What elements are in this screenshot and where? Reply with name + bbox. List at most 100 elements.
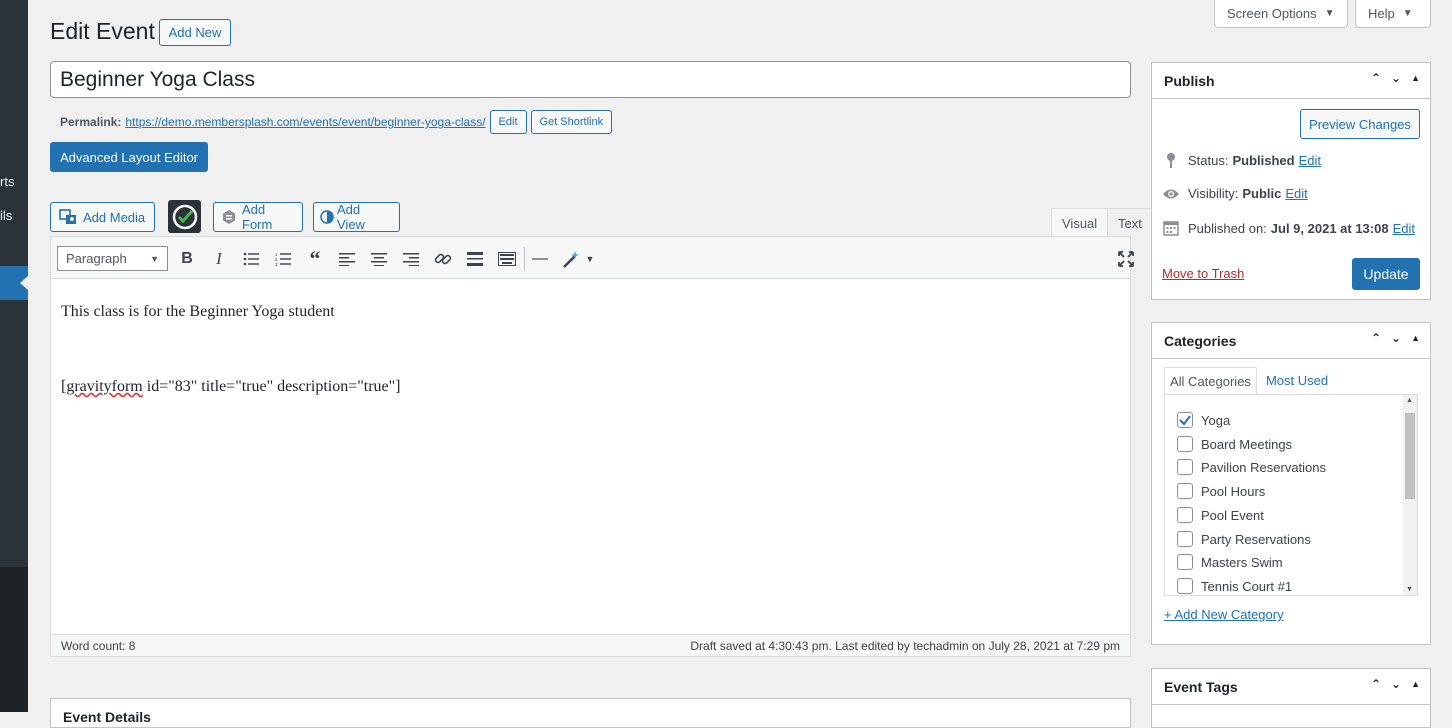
link-icon[interactable]	[431, 247, 455, 271]
admin-menu: rts ils	[0, 0, 28, 712]
get-shortlink-button[interactable]: Get Shortlink	[530, 110, 613, 134]
align-left-icon[interactable]	[335, 247, 359, 271]
toggle-panel-icon[interactable]: ▲	[1411, 73, 1420, 85]
published-on-label: Published on:	[1188, 220, 1267, 236]
visibility-edit-link[interactable]: Edit	[1285, 186, 1307, 201]
align-right-icon[interactable]	[399, 247, 423, 271]
format-select[interactable]: Paragraph ▼	[57, 246, 168, 271]
update-button[interactable]: Update	[1352, 258, 1420, 290]
bold-icon[interactable]: B	[175, 247, 199, 271]
publish-box-header: Publish ⌃ ⌄ ▲	[1152, 63, 1430, 99]
category-scrollbar[interactable]: ▲ ▼	[1403, 395, 1417, 595]
toggle-panel-icon[interactable]: ▲	[1411, 679, 1420, 691]
move-up-icon[interactable]: ⌃	[1371, 331, 1381, 345]
category-checkbox[interactable]	[1177, 436, 1193, 452]
add-media-button[interactable]: Add Media	[50, 202, 155, 232]
category-item[interactable]: Tennis Court #1	[1177, 578, 1292, 594]
tab-most-used[interactable]: Most Used	[1261, 367, 1333, 396]
move-down-icon[interactable]: ⌄	[1391, 677, 1401, 691]
category-checkbox[interactable]	[1177, 459, 1193, 475]
bulleted-list-icon[interactable]	[239, 247, 263, 271]
permalink-link[interactable]: https://demo.membersplash.com/events/eve…	[125, 115, 485, 129]
tab-visual[interactable]: Visual	[1051, 208, 1109, 237]
toggle-panel-icon[interactable]: ▲	[1411, 333, 1420, 345]
scroll-up-icon[interactable]: ▲	[1406, 397, 1413, 404]
move-up-icon[interactable]: ⌃	[1371, 677, 1381, 691]
status-edit-link[interactable]: Edit	[1299, 153, 1321, 168]
scrollbar-thumb[interactable]	[1405, 413, 1415, 499]
category-checkbox[interactable]	[1177, 483, 1193, 499]
keyboard-icon[interactable]	[495, 247, 519, 271]
add-view-button[interactable]: Add View	[313, 202, 400, 232]
category-checkbox[interactable]	[1177, 531, 1193, 547]
form-icon	[222, 210, 236, 224]
screen-options-tab[interactable]: Screen Options ▼	[1214, 0, 1348, 28]
category-checkbox[interactable]	[1177, 412, 1193, 428]
tab-text[interactable]: Text	[1107, 208, 1153, 237]
add-form-label: Add Form	[242, 202, 273, 232]
visibility-label: Visibility:	[1188, 186, 1239, 201]
title-input[interactable]: Beginner Yoga Class	[50, 61, 1131, 98]
category-label: Board Meetings	[1201, 436, 1293, 452]
menu-item-fragment[interactable]: ils	[0, 208, 12, 223]
categories-box-title: Categories	[1164, 332, 1237, 349]
category-checklist: Yoga Board Meetings Pavilion Reservation…	[1164, 394, 1418, 596]
media-icon	[59, 209, 77, 225]
category-label: Tennis Court #1	[1201, 578, 1293, 594]
tab-all-categories[interactable]: All Categories	[1164, 367, 1257, 396]
align-center-icon[interactable]	[367, 247, 391, 271]
caret-down-icon: ▼	[150, 253, 159, 264]
menu-item-fragment[interactable]: rts	[0, 174, 14, 189]
read-more-icon[interactable]	[463, 247, 487, 271]
preview-changes-button[interactable]: Preview Changes	[1300, 109, 1420, 139]
status-value: Published	[1232, 152, 1295, 168]
word-count: Word count: 8	[61, 638, 136, 653]
categories-box-header: Categories ⌃ ⌄ ▲	[1152, 323, 1430, 359]
published-on-edit-link[interactable]: Edit	[1393, 221, 1415, 236]
magic-wand-icon[interactable]: ▼	[558, 247, 598, 271]
move-down-icon[interactable]: ⌄	[1391, 331, 1401, 345]
scroll-down-icon[interactable]: ▼	[1406, 586, 1413, 593]
advanced-layout-editor-button[interactable]: Advanced Layout Editor	[50, 142, 208, 172]
move-to-trash-link[interactable]: Move to Trash	[1162, 266, 1244, 281]
category-checkbox[interactable]	[1177, 507, 1193, 523]
publish-box-title: Publish	[1164, 72, 1215, 89]
add-new-category-link[interactable]: + Add New Category	[1164, 607, 1284, 622]
category-item[interactable]: Pavilion Reservations	[1177, 459, 1326, 475]
draft-status: Draft saved at 4:30:43 pm. Last edited b…	[690, 638, 1120, 653]
category-item[interactable]: Masters Swim	[1177, 554, 1283, 570]
caret-down-icon: ▼	[1402, 8, 1413, 19]
category-label: Party Reservations	[1201, 531, 1311, 547]
add-new-button[interactable]: Add New	[159, 19, 231, 46]
numbered-list-icon[interactable]: 123	[271, 247, 295, 271]
category-label: Pavilion Reservations	[1201, 459, 1327, 475]
category-label: Yoga	[1201, 412, 1231, 428]
horizontal-line-icon[interactable]	[528, 247, 552, 271]
pin-icon	[1162, 152, 1180, 168]
permalink-edit-button[interactable]: Edit	[489, 110, 527, 134]
content-editor[interactable]: Paragraph ▼ B I 123 “ ▼ This class is fo…	[50, 236, 1134, 657]
editor-content[interactable]: This class is for the Beginner Yoga stud…	[61, 303, 401, 396]
category-item[interactable]: Party Reservations	[1177, 531, 1311, 547]
help-tab[interactable]: Help ▼	[1355, 0, 1431, 28]
move-up-icon[interactable]: ⌃	[1371, 71, 1381, 85]
fullscreen-icon[interactable]	[1114, 247, 1138, 271]
category-checkbox[interactable]	[1177, 578, 1193, 594]
add-form-button[interactable]: Add Form	[213, 202, 303, 232]
format-select-value: Paragraph	[66, 251, 127, 266]
category-item[interactable]: Yoga	[1177, 412, 1230, 428]
category-item[interactable]: Pool Event	[1177, 507, 1264, 523]
categories-box: Categories ⌃ ⌄ ▲ All Categories Most Use…	[1151, 322, 1431, 645]
blockquote-icon[interactable]: “	[303, 246, 327, 271]
status-label: Status:	[1188, 152, 1229, 168]
move-down-icon[interactable]: ⌄	[1391, 71, 1401, 85]
italic-icon[interactable]: I	[207, 247, 231, 271]
category-item[interactable]: Board Meetings	[1177, 436, 1292, 452]
check-plugin-icon[interactable]	[168, 200, 201, 233]
category-item[interactable]: Pool Hours	[1177, 483, 1265, 499]
editor-toolbar: Paragraph ▼ B I 123 “ ▼	[51, 237, 1134, 279]
event-tags-box-title: Event Tags	[1164, 678, 1238, 695]
svg-text:3: 3	[275, 262, 278, 266]
add-view-label: Add View	[337, 202, 365, 232]
category-checkbox[interactable]	[1177, 554, 1193, 570]
